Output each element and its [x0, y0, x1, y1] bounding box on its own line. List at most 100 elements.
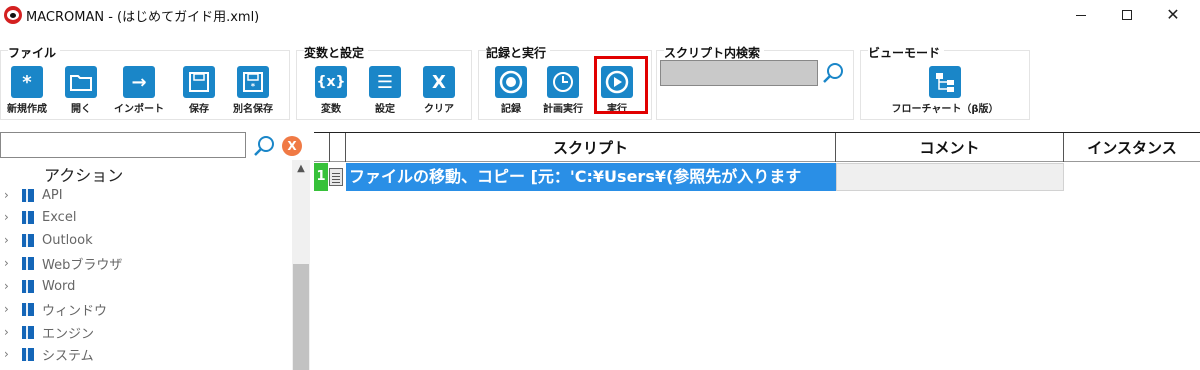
save-as-icon: *	[237, 66, 269, 98]
row-number: 1	[314, 163, 328, 191]
clear-icon: X	[423, 66, 455, 98]
comment-cell[interactable]	[836, 163, 1064, 191]
action-panel: X アクション › API › Excel › Outlook › Webブラウザ › W…	[0, 132, 310, 370]
script-search-group-title: スクリプト内検索	[664, 44, 765, 61]
file-group: ファイル * 新規作成 開く → インポート 保存 * 別名保存	[0, 42, 290, 120]
grid-header: スクリプト コメント インスタンス	[314, 132, 1200, 162]
header-row-number	[314, 133, 330, 162]
record-label: 記録	[501, 104, 521, 115]
tree-item-window[interactable]: › ウィンドウ	[4, 298, 284, 320]
record-button[interactable]: 記録	[484, 66, 538, 116]
view-mode-group-title: ビューモード	[868, 44, 945, 61]
import-button[interactable]: → インポート	[112, 66, 166, 116]
schedule-icon	[547, 66, 579, 98]
book-icon	[22, 256, 34, 270]
search-icon	[823, 63, 843, 83]
new-button[interactable]: * 新規作成	[0, 66, 54, 116]
record-icon	[495, 66, 527, 98]
action-search-input[interactable]	[0, 132, 246, 158]
document-icon	[329, 168, 343, 186]
window-title: MACROMAN - (はじめてガイド用.xml)	[26, 10, 260, 25]
scroll-thumb[interactable]	[293, 264, 309, 370]
action-tree: アクション › API › Excel › Outlook › Webブラウザ › Wor…	[0, 160, 292, 370]
close-icon: ✕	[1166, 5, 1180, 24]
header-comment[interactable]: コメント	[836, 133, 1064, 162]
flowchart-button[interactable]: フローチャート（β版）	[884, 66, 1006, 116]
maximize-icon	[1122, 10, 1132, 20]
chevron-right-icon[interactable]: ›	[4, 279, 18, 293]
tree-item-web-browser[interactable]: › Webブラウザ	[4, 252, 284, 274]
clear-all-button[interactable]: X クリア	[412, 66, 466, 116]
book-icon	[22, 347, 34, 361]
tree-item-label: ウィンドウ	[42, 303, 108, 319]
close-button[interactable]: ✕	[1150, 0, 1196, 30]
header-script[interactable]: スクリプト	[346, 133, 836, 162]
minimize-button[interactable]	[1058, 0, 1104, 30]
save-as-button[interactable]: * 別名保存	[226, 66, 280, 116]
tree-item-label: API	[42, 187, 63, 203]
clear-search-button[interactable]: X	[282, 136, 302, 156]
schedule-label: 計画実行	[543, 104, 583, 115]
minimize-icon	[1076, 14, 1086, 16]
tree-item-outlook[interactable]: › Outlook	[4, 229, 284, 251]
book-icon	[22, 279, 34, 293]
folder-icon	[65, 66, 97, 98]
tree-item-excel[interactable]: › Excel	[4, 206, 284, 228]
header-instance[interactable]: インスタンス	[1064, 133, 1200, 162]
new-icon: *	[11, 66, 43, 98]
chevron-right-icon[interactable]: ›	[4, 233, 18, 247]
tree-item-word[interactable]: › Word	[4, 275, 284, 297]
table-row[interactable]: 1 ファイルの移動、コピー [元：'C:¥Users¥(参照先が入ります	[314, 163, 1200, 191]
chevron-right-icon[interactable]: ›	[4, 302, 18, 316]
action-search-button[interactable]	[252, 134, 276, 158]
chevron-right-icon[interactable]: ›	[4, 188, 18, 202]
new-label: 新規作成	[7, 104, 47, 115]
variable-icon: {x}	[315, 66, 347, 98]
tree-item-engine[interactable]: › エンジン	[4, 321, 284, 343]
tree-item-label: Word	[42, 278, 76, 294]
script-cell[interactable]: ファイルの移動、コピー [元：'C:¥Users¥(参照先が入ります	[346, 163, 836, 191]
tree-item-api[interactable]: › API	[4, 184, 284, 206]
book-icon	[22, 210, 34, 224]
settings-button[interactable]: ☰ 設定	[358, 66, 412, 116]
script-search-button[interactable]	[820, 60, 846, 86]
title-bar: MACROMAN - (はじめてガイド用.xml) ✕	[0, 0, 1200, 30]
save-button[interactable]: 保存	[172, 66, 226, 116]
scroll-up-arrow-icon[interactable]: ▲	[292, 160, 310, 178]
chevron-right-icon[interactable]: ›	[4, 347, 18, 361]
open-button[interactable]: 開く	[54, 66, 108, 116]
settings-icon: ☰	[369, 66, 401, 98]
variables-group-title: 変数と設定	[304, 44, 369, 61]
book-icon	[22, 325, 34, 339]
maximize-button[interactable]	[1104, 0, 1150, 30]
tree-item-label: システム	[42, 348, 94, 364]
script-grid: スクリプト コメント インスタンス 1 ファイルの移動、コピー [元：'C:¥U…	[314, 132, 1200, 370]
book-icon	[22, 188, 34, 202]
import-label: インポート	[114, 104, 164, 115]
variables-group: 変数と設定 {x} 変数 ☰ 設定 X クリア	[296, 42, 472, 120]
tree-item-label: Webブラウザ	[42, 257, 123, 273]
file-group-title: ファイル	[8, 44, 61, 61]
chevron-right-icon[interactable]: ›	[4, 210, 18, 224]
tree-scrollbar[interactable]: ▲	[292, 160, 310, 370]
record-group-title: 記録と実行	[486, 44, 551, 61]
save-label: 保存	[189, 104, 209, 115]
import-icon: →	[123, 66, 155, 98]
variable-label: 変数	[321, 104, 341, 115]
tree-root-label: アクション	[44, 166, 124, 185]
save-as-label: 別名保存	[233, 104, 273, 115]
search-icon	[254, 136, 274, 156]
flowchart-icon	[929, 66, 961, 98]
view-mode-group: ビューモード フローチャート（β版）	[860, 42, 1030, 120]
header-row-icon	[330, 133, 346, 162]
run-button-highlight	[594, 56, 648, 114]
tree-item-label: Excel	[42, 209, 77, 225]
tree-item-system[interactable]: › システム	[4, 343, 284, 365]
clear-label: クリア	[424, 104, 454, 115]
schedule-button[interactable]: 計画実行	[536, 66, 590, 116]
chevron-right-icon[interactable]: ›	[4, 325, 18, 339]
chevron-right-icon[interactable]: ›	[4, 256, 18, 270]
flowchart-label: フローチャート（β版）	[891, 104, 999, 115]
script-search-input[interactable]	[660, 60, 818, 86]
variable-button[interactable]: {x} 変数	[304, 66, 358, 116]
